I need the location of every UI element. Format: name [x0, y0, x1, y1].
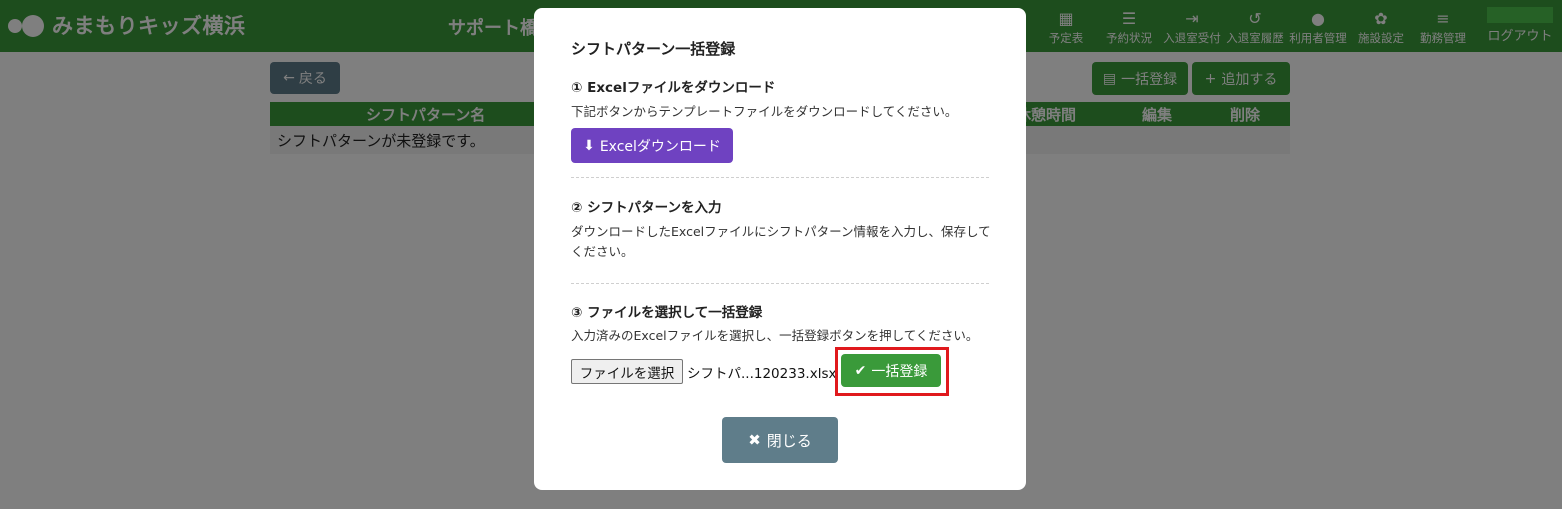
bulk-register-modal: シフトパターン一括登録 ① Excelファイルをダウンロード 下記ボタンからテン… — [534, 8, 1026, 490]
step1-title: ① Excelファイルをダウンロード — [571, 80, 776, 96]
step2-text: ダウンロードしたExcelファイルにシフトパターン情報を入力し、保存してください… — [571, 224, 991, 259]
section-divider — [571, 177, 989, 178]
download-icon: ⬇ — [583, 137, 595, 154]
section-divider — [571, 283, 989, 284]
submit-label: 一括登録 — [871, 363, 928, 380]
file-select-button[interactable]: ファイルを選択 — [571, 359, 683, 384]
download-label: Excelダウンロード — [599, 138, 721, 155]
bulk-submit-button[interactable]: ✔ 一括登録 — [841, 354, 941, 387]
modal-title: シフトパターン一括登録 — [571, 40, 736, 58]
step2-title: ② シフトパターンを入力 — [571, 200, 722, 216]
check-icon: ✔ — [854, 362, 867, 379]
excel-download-button[interactable]: ⬇ Excelダウンロード — [571, 128, 733, 163]
step3-title: ③ ファイルを選択して一括登録 — [571, 305, 763, 321]
selected-file-name: シフトパ...120233.xlsx — [687, 366, 837, 382]
step3-text: 入力済みのExcelファイルを選択し、一括登録ボタンを押してください。 — [571, 328, 979, 343]
step1-text: 下記ボタンからテンプレートファイルをダウンロードしてください。 — [571, 104, 958, 119]
close-icon: ✖ — [748, 431, 761, 449]
close-label: 閉じる — [766, 431, 812, 450]
close-button[interactable]: ✖ 閉じる — [722, 417, 838, 463]
